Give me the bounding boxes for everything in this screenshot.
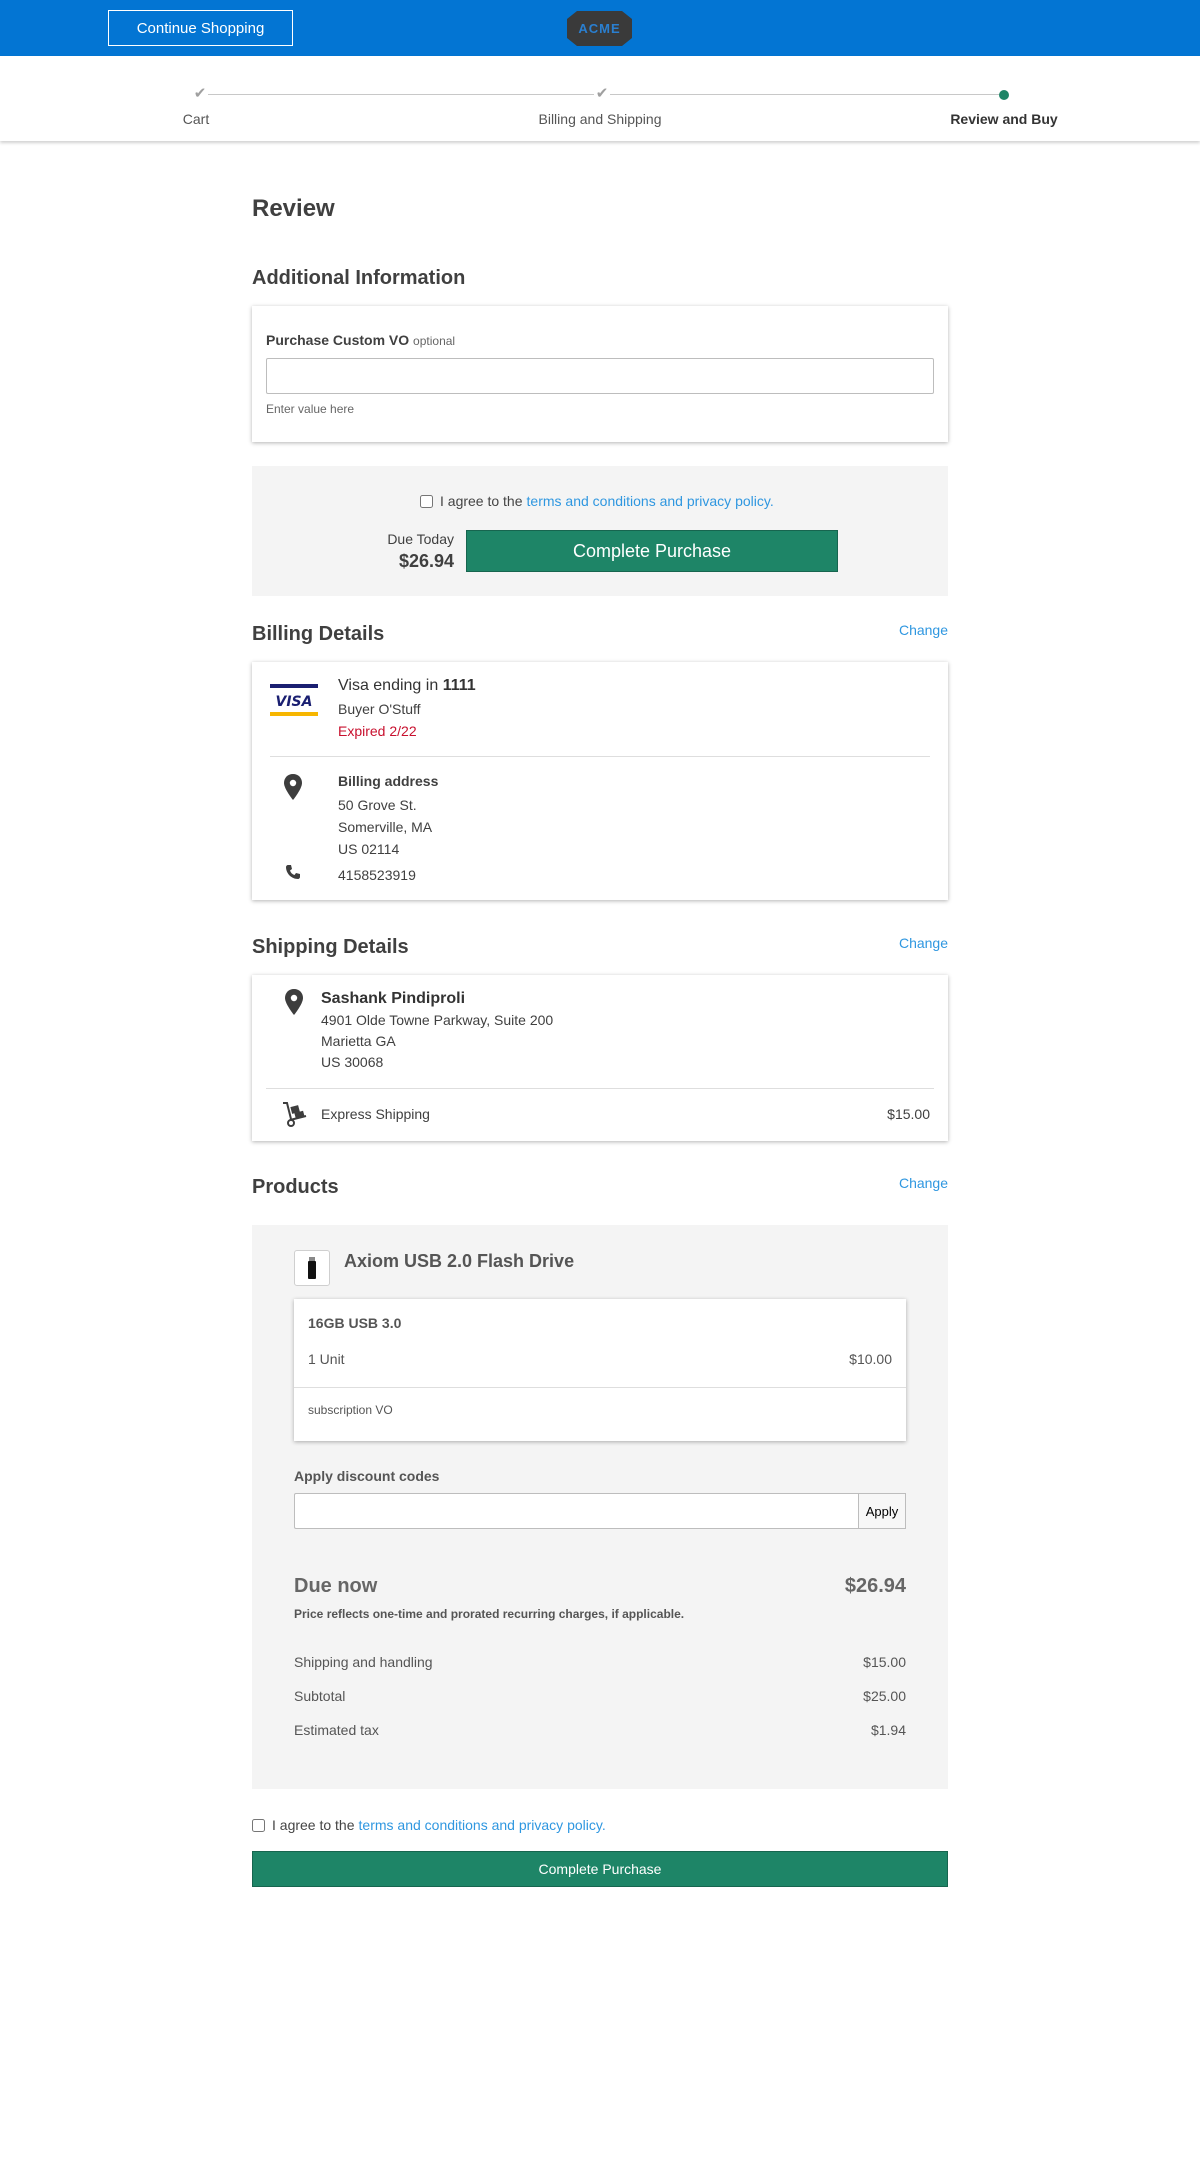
svg-text:VISA: VISA [276, 694, 313, 710]
product-name: Axiom USB 2.0 Flash Drive [344, 1251, 575, 1271]
logo-text: ACME [578, 21, 621, 36]
continue-shopping-button[interactable]: Continue Shopping [108, 10, 293, 46]
hand-truck-icon [282, 1101, 308, 1127]
top-bar: Continue Shopping ACME [0, 0, 1200, 56]
top-terms-link[interactable]: terms and conditions and privacy policy. [527, 493, 774, 509]
card-summary: Visa ending in 1111 [338, 677, 476, 695]
apply-discount-button[interactable]: Apply [858, 1493, 906, 1529]
shipping-card: Sashank Pindiproli 4901 Olde Towne Parkw… [252, 975, 948, 1141]
card-expired-status: Expired 2/22 [338, 723, 417, 739]
shipping-line3: US 30068 [321, 1054, 384, 1070]
due-today-amount: $26.94 [398, 551, 454, 571]
current-step-dot-icon [999, 90, 1009, 100]
shipping-handling-amount: $15.00 [863, 1654, 906, 1670]
billing-address-line2: Somerville, MA [338, 819, 433, 835]
phone-icon [285, 864, 301, 880]
shipping-line1: 4901 Olde Towne Parkway, Suite 200 [321, 1012, 554, 1028]
acme-logo[interactable]: ACME [567, 11, 632, 46]
subtotal-label: Subtotal [294, 1688, 346, 1704]
optional-tag: optional [413, 334, 456, 348]
product-line-card: 16GB USB 3.0 1 Unit $10.00 subscription … [294, 1299, 906, 1441]
products-change-link[interactable]: Change [899, 1175, 948, 1191]
product-variant: 16GB USB 3.0 [308, 1315, 402, 1331]
shipping-change-link[interactable]: Change [899, 935, 948, 951]
due-now-amount: $26.94 [844, 1575, 906, 1597]
due-today-label: Due Today [387, 531, 454, 547]
bottom-terms-link[interactable]: terms and conditions and privacy policy. [359, 1817, 606, 1833]
product-note: subscription VO [308, 1403, 393, 1417]
card-last4: 1111 [442, 677, 476, 694]
custom-vo-label-text: Purchase Custom VO [266, 332, 410, 348]
top-purchase-box: I agree to the terms and conditions and … [252, 466, 948, 596]
custom-vo-input[interactable] [266, 358, 934, 394]
billing-card: VISA Visa ending in 1111 Buyer O'Stuff E… [252, 662, 948, 900]
product-quantity: 1 Unit [308, 1351, 345, 1367]
map-pin-icon [283, 774, 303, 800]
top-agree-row: I agree to the terms and conditions and … [420, 493, 774, 509]
shipping-name: Sashank Pindiproli [321, 990, 466, 1007]
top-agree-checkbox[interactable] [420, 494, 433, 508]
products-box: Axiom USB 2.0 Flash Drive 16GB USB 3.0 1… [252, 1225, 948, 1789]
card-holder: Buyer O'Stuff [338, 701, 421, 717]
shipping-details-title: Shipping Details [252, 936, 409, 958]
products-title: Products [252, 1176, 339, 1198]
billing-details-title: Billing Details [252, 623, 385, 645]
estimated-tax-amount: $1.94 [870, 1722, 906, 1738]
shipping-divider [266, 1088, 934, 1089]
checkmark-icon: ✔ [192, 85, 208, 102]
shipping-line2: Marietta GA [321, 1033, 396, 1049]
shipping-method: Express Shipping [321, 1106, 430, 1122]
due-now-label: Due now [294, 1575, 378, 1597]
map-pin-icon [284, 989, 304, 1015]
shipping-method-price: $15.00 [887, 1106, 930, 1122]
discount-code-input[interactable] [294, 1493, 858, 1529]
additional-info-card: Purchase Custom VO optional Enter value … [252, 306, 948, 442]
discount-row: Apply [294, 1493, 906, 1529]
step-review-buy: Review and Buy [950, 111, 1058, 127]
flash-drive-thumbnail [294, 1250, 330, 1286]
bottom-complete-purchase-button[interactable]: Complete Purchase [252, 1851, 948, 1887]
billing-phone: 4158523919 [338, 867, 416, 883]
checkmark-icon: ✔ [594, 85, 610, 102]
top-agree-text: I agree to the [440, 493, 523, 509]
product-price: $10.00 [849, 1351, 892, 1367]
billing-change-link[interactable]: Change [899, 622, 948, 638]
shipping-handling-label: Shipping and handling [294, 1654, 433, 1670]
card-text: Visa ending in [338, 677, 439, 694]
custom-vo-helper: Enter value here [266, 402, 355, 416]
billing-address-label: Billing address [338, 773, 439, 789]
flash-drive-icon [308, 1257, 316, 1279]
visa-card-icon: VISA [270, 684, 318, 716]
subtotal-amount: $25.00 [863, 1688, 906, 1704]
bottom-agree-text: I agree to the [272, 1817, 355, 1833]
additional-info-title: Additional Information [252, 267, 466, 289]
page-title: Review [252, 195, 335, 222]
step-cart[interactable]: Cart [96, 111, 296, 127]
billing-divider [270, 756, 930, 757]
custom-vo-label: Purchase Custom VO optional [266, 332, 934, 348]
step-billing-shipping[interactable]: Billing and Shipping [500, 111, 700, 127]
billing-address-line3: US 02114 [338, 841, 400, 857]
billing-address-line1: 50 Grove St. [338, 797, 417, 813]
product-divider [294, 1387, 906, 1388]
discount-label: Apply discount codes [294, 1468, 440, 1484]
price-note: Price reflects one-time and prorated rec… [294, 1607, 685, 1621]
top-complete-purchase-button[interactable]: Complete Purchase [466, 530, 838, 572]
checkout-progress: ✔ Cart ✔ Billing and Shipping Review and… [0, 56, 1200, 141]
bottom-agree-row: I agree to the terms and conditions and … [252, 1817, 606, 1833]
estimated-tax-label: Estimated tax [294, 1722, 379, 1738]
bottom-agree-checkbox[interactable] [252, 1818, 265, 1832]
